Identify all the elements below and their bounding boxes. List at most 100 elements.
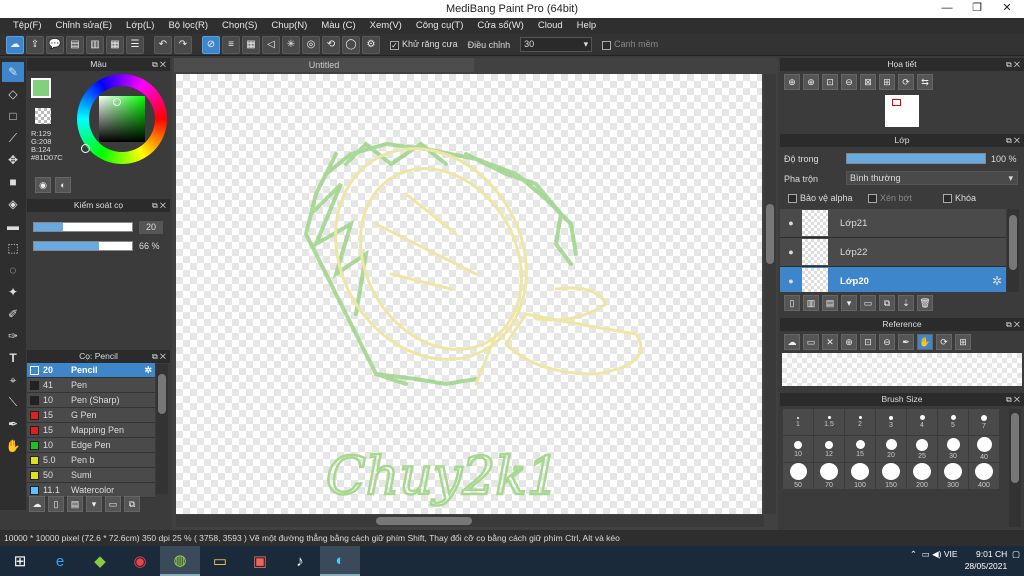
layer-row[interactable]: ● Lớp22 [780, 238, 1006, 267]
brush-size-option[interactable]: 3 [876, 409, 906, 435]
gear-icon[interactable]: ✲ [992, 274, 1002, 288]
saturation-square[interactable] [99, 96, 145, 142]
powerpoint-icon[interactable]: ▣ [240, 546, 280, 576]
hue-wheel[interactable] [77, 74, 167, 164]
panel-options-icon[interactable]: ⧉ ✕ [152, 199, 166, 212]
menu-tools[interactable]: Công cụ(T) [409, 18, 471, 34]
text-tool-icon[interactable]: T [2, 348, 24, 368]
brush-size-option[interactable]: 400 [969, 463, 999, 489]
file-explorer-icon[interactable]: ▭ [200, 546, 240, 576]
clock-date[interactable]: 28/05/2021 [965, 560, 1008, 572]
brush-size-option[interactable]: 2 [845, 409, 875, 435]
new-halftone-layer-icon[interactable]: ▥ [803, 295, 819, 311]
hand-icon[interactable]: ✋ [917, 334, 933, 350]
restore-icon[interactable]: ❐ [962, 0, 992, 18]
layer-row[interactable]: ● Lớp21 [780, 209, 1006, 238]
menu-view[interactable]: Xem(V) [363, 18, 409, 34]
panel-options-icon[interactable]: ⧉ ✕ [152, 58, 166, 71]
export-icon[interactable]: ⇪ [26, 35, 44, 54]
brush-size-option[interactable]: 12 [814, 436, 844, 462]
brush-size-option[interactable]: 4 [907, 409, 937, 435]
menu-window[interactable]: Cửa sổ(W) [470, 18, 530, 34]
brush-size-slider[interactable] [33, 222, 133, 232]
snap-off-icon[interactable]: ⊘ [202, 35, 220, 54]
brush-size-option[interactable]: 10 [783, 436, 813, 462]
palette-icon[interactable]: ◉ [35, 177, 51, 193]
fill-rect-tool-icon[interactable]: ■ [2, 172, 24, 192]
visibility-icon[interactable]: ● [780, 218, 802, 228]
brush-item[interactable]: 5.0 Pen b [27, 453, 155, 468]
hue-handle[interactable] [81, 144, 90, 153]
minimize-icon[interactable]: — [932, 0, 962, 18]
brush-size-option[interactable]: 300 [938, 463, 968, 489]
fit-icon[interactable]: ⊡ [822, 74, 838, 90]
brush-menu-icon[interactable]: ▾ [86, 496, 102, 512]
operation-tool-icon[interactable]: ⌖ [2, 370, 24, 390]
panel-options-icon[interactable]: ⧉ ✕ [1006, 58, 1020, 71]
visibility-icon[interactable]: ● [780, 247, 802, 257]
transparent-swatch[interactable] [35, 108, 51, 124]
folder-icon[interactable]: ▭ [105, 496, 121, 512]
snap-curve-icon[interactable]: ⟲ [322, 35, 340, 54]
comment-icon[interactable]: 💬 [46, 35, 64, 54]
lasso-tool-icon[interactable]: ◌ [2, 260, 24, 280]
document-icon[interactable]: ▤ [66, 35, 84, 54]
coccoc-icon[interactable]: ◍ [160, 546, 200, 576]
brush-size-option[interactable]: 200 [907, 463, 937, 489]
new-8bit-layer-icon[interactable]: ▤ [822, 295, 838, 311]
dot-tool-icon[interactable]: ⟋ [2, 128, 24, 148]
windows-start-icon[interactable]: ⊞ [0, 546, 40, 576]
network-icon[interactable]: ▭ [922, 549, 930, 559]
snap-radial-icon[interactable]: ✳ [282, 35, 300, 54]
brush-size-option[interactable]: 50 [783, 463, 813, 489]
brush-size-option[interactable]: 150 [876, 463, 906, 489]
brush-item[interactable]: 10 Pen (Sharp) [27, 393, 155, 408]
zoom-out-icon[interactable]: ⊖ [841, 74, 857, 90]
document-tab[interactable]: Untitled [174, 58, 474, 72]
layer-folder-icon[interactable]: ▭ [860, 295, 876, 311]
select-pen-icon[interactable]: ✐ [2, 304, 24, 324]
merge-layer-icon[interactable]: ⇣ [898, 295, 914, 311]
color-picker-handle[interactable] [113, 98, 121, 106]
lock-checkbox[interactable]: Khóa [943, 193, 976, 204]
brush-list-scrollbar[interactable] [156, 364, 168, 494]
menu-cloud[interactable]: Cloud [531, 18, 570, 34]
reference-view[interactable] [782, 353, 1022, 386]
select-tool-icon[interactable]: ⬚ [2, 238, 24, 258]
brush-item[interactable]: 10 Edge Pen [27, 438, 155, 453]
brush-item[interactable]: 20 Pencil ✲ [27, 363, 155, 378]
open-folder-icon[interactable]: ▭ [803, 334, 819, 350]
visibility-icon[interactable]: ● [780, 276, 802, 286]
magic-wand-icon[interactable]: ✦ [2, 282, 24, 302]
gradient-tool-icon[interactable]: ▬ [2, 216, 24, 236]
brush-item[interactable]: 50 Sumi [27, 468, 155, 483]
fit-window-icon[interactable]: ⊞ [879, 74, 895, 90]
new-layer-icon[interactable]: ▯ [784, 295, 800, 311]
input-language[interactable]: VIE [944, 549, 958, 559]
correction-select[interactable]: 30 [520, 37, 593, 52]
undo-icon[interactable]: ↶ [154, 35, 172, 54]
speaker-icon[interactable]: ◀) [932, 549, 941, 559]
divide-tool-icon[interactable]: ⟍ [2, 392, 24, 412]
brush-size-option[interactable]: 30 [938, 436, 968, 462]
actual-size-icon[interactable]: ⊠ [860, 74, 876, 90]
snap-cross-icon[interactable]: ▦ [242, 35, 260, 54]
brush-size-value[interactable]: 20 [139, 221, 163, 234]
panel-options-icon[interactable]: ⧉ ✕ [1006, 134, 1020, 147]
chrome-icon[interactable]: ◉ [120, 546, 160, 576]
brush-size-option[interactable]: 20 [876, 436, 906, 462]
grid-icon[interactable]: ▦ [106, 35, 124, 54]
menu-help[interactable]: Help [570, 18, 604, 34]
layer-opacity-slider[interactable] [846, 153, 986, 164]
brush-size-option[interactable]: 100 [845, 463, 875, 489]
brush-item[interactable]: 15 G Pen [27, 408, 155, 423]
brush-opacity-slider[interactable] [33, 241, 133, 251]
foreground-color-swatch[interactable] [31, 78, 51, 98]
move-tool-icon[interactable]: ✥ [2, 150, 24, 170]
drawing-canvas[interactable]: Chuy2k1 [176, 74, 762, 514]
brush-tool-icon[interactable]: ✎ [2, 62, 24, 82]
close-reference-icon[interactable]: ✕ [822, 334, 838, 350]
canvas-horizontal-scrollbar[interactable] [176, 515, 764, 527]
menu-edit[interactable]: Chỉnh sửa(E) [49, 18, 120, 34]
brush-size-option[interactable]: 25 [907, 436, 937, 462]
